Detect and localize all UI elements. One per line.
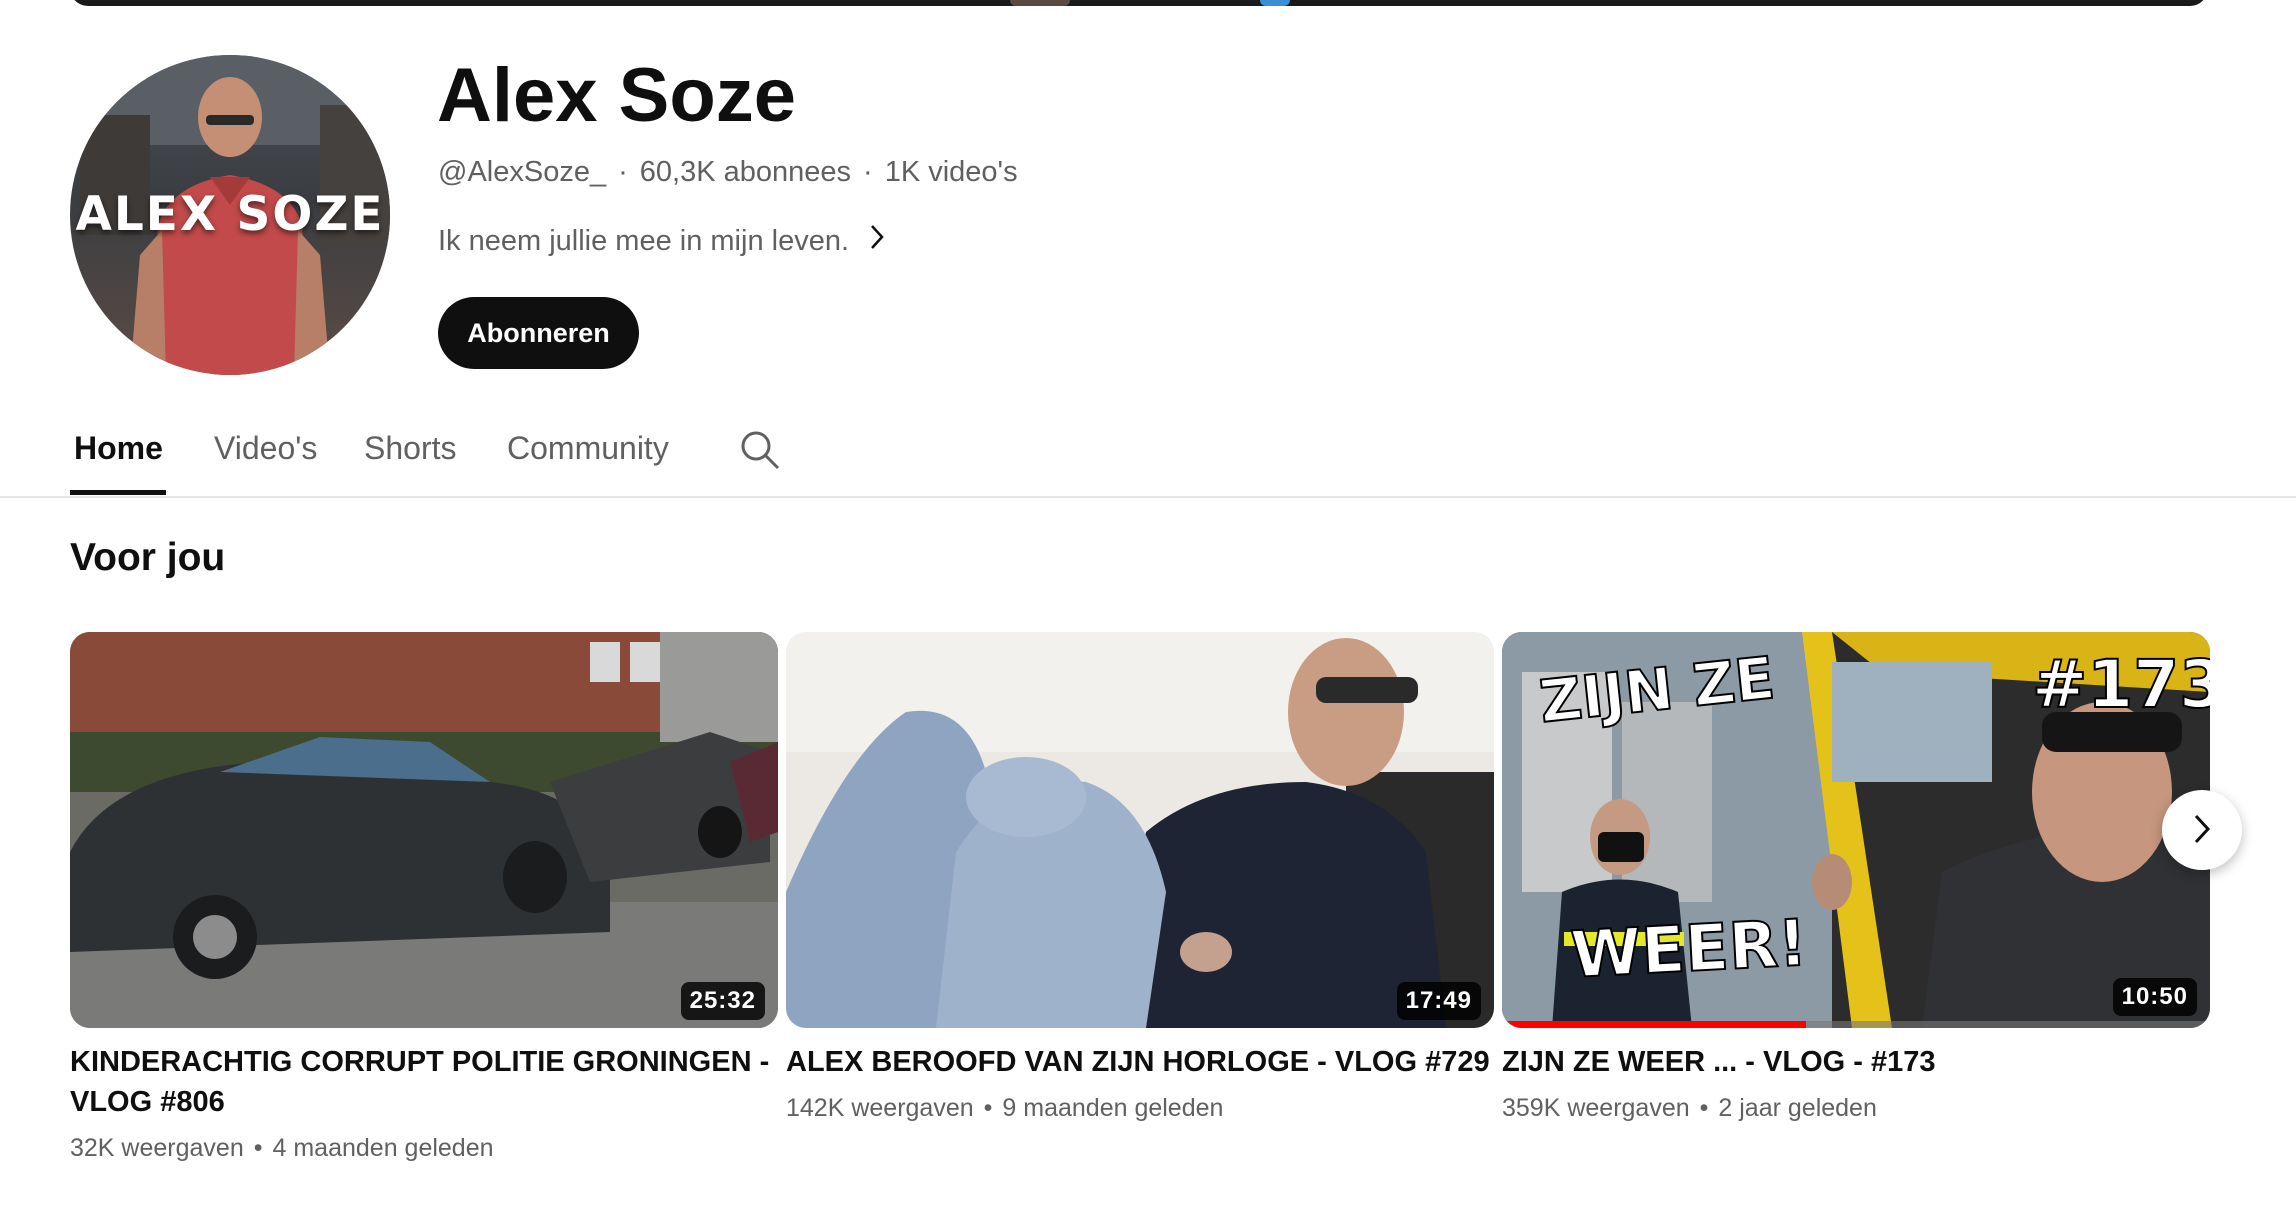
channel-handle: @AlexSoze_ bbox=[438, 156, 607, 188]
video-duration: 25:32 bbox=[680, 982, 765, 1020]
meta-separator: · bbox=[618, 156, 628, 188]
watch-progress-fill bbox=[1502, 1021, 1807, 1028]
carousel-next-icon bbox=[2190, 811, 2214, 850]
view-count: 359K weergaven bbox=[1502, 1094, 1690, 1122]
video-count: 1K video's bbox=[884, 156, 1018, 188]
watch-progress-bar bbox=[1502, 1021, 2210, 1028]
thumbnail-text-top-right: #173 bbox=[2032, 646, 2210, 723]
video-thumbnail[interactable]: ZIJN ZE WEER! #173 10:50 bbox=[1502, 632, 2210, 1028]
video-thumbnail[interactable]: 25:32 bbox=[70, 632, 778, 1028]
view-count: 32K weergaven bbox=[70, 1134, 244, 1162]
video-card[interactable]: 17:49 ALEX BEROOFD VAN ZIJN HORLOGE - VL… bbox=[786, 632, 1494, 1123]
tab-home[interactable]: Home bbox=[74, 430, 163, 467]
meta-dot: • bbox=[253, 1134, 263, 1162]
thumbnail-text-top-left: ZIJN ZE bbox=[1536, 644, 1777, 736]
search-icon[interactable] bbox=[738, 428, 782, 477]
channel-description-text: Ik neem jullie mee in mijn leven. bbox=[438, 224, 850, 257]
video-meta: 32K weergaven • 4 maanden geleden bbox=[70, 1134, 778, 1163]
video-card[interactable]: ZIJN ZE WEER! #173 10:50 ZIJN ZE WEER ..… bbox=[1502, 632, 2210, 1123]
section-title: Voor jou bbox=[70, 536, 226, 579]
video-meta: 142K weergaven • 9 maanden geleden bbox=[786, 1094, 1494, 1123]
subscribe-button[interactable]: Abonneren bbox=[438, 297, 639, 369]
meta-dot: • bbox=[983, 1094, 993, 1122]
tab-videos[interactable]: Video's bbox=[214, 430, 317, 467]
channel-banner bbox=[70, 0, 2208, 6]
channel-meta: @AlexSoze_ · 60,3K abonnees · 1K video's bbox=[438, 156, 1018, 189]
meta-separator: · bbox=[863, 156, 873, 188]
video-duration: 17:49 bbox=[1396, 982, 1481, 1020]
upload-age: 4 maanden geleden bbox=[272, 1134, 494, 1162]
upload-age: 2 jaar geleden bbox=[1718, 1094, 1877, 1122]
video-thumbnail[interactable]: 17:49 bbox=[786, 632, 1494, 1028]
chevron-right-icon bbox=[867, 222, 887, 260]
tab-shorts[interactable]: Shorts bbox=[364, 430, 456, 467]
channel-description[interactable]: Ik neem jullie mee in mijn leven. bbox=[438, 222, 887, 260]
video-title[interactable]: KINDERACHTIG CORRUPT POLITIE GRONINGEN -… bbox=[70, 1042, 778, 1122]
thumbnail-text-bottom: WEER! bbox=[1569, 907, 1809, 993]
active-tab-indicator bbox=[70, 490, 166, 495]
subscriber-count: 60,3K abonnees bbox=[639, 156, 852, 188]
meta-dot: • bbox=[1699, 1094, 1709, 1122]
video-card[interactable]: 25:32 KINDERACHTIG CORRUPT POLITIE GRONI… bbox=[70, 632, 778, 1163]
carousel-next-button[interactable] bbox=[2162, 790, 2242, 870]
view-count: 142K weergaven bbox=[786, 1094, 974, 1122]
upload-age: 9 maanden geleden bbox=[1002, 1094, 1224, 1122]
tab-community[interactable]: Community bbox=[507, 430, 669, 467]
video-meta: 359K weergaven • 2 jaar geleden bbox=[1502, 1094, 2210, 1123]
video-duration: 10:50 bbox=[2112, 978, 2197, 1016]
video-title[interactable]: ZIJN ZE WEER ... - VLOG - #173 bbox=[1502, 1042, 2210, 1082]
channel-name: Alex Soze bbox=[437, 53, 797, 138]
avatar-logo-text: ALEX SOZE bbox=[75, 187, 385, 242]
video-title[interactable]: ALEX BEROOFD VAN ZIJN HORLOGE - VLOG #72… bbox=[786, 1042, 1494, 1082]
channel-tabs: Home Video's Shorts Community bbox=[0, 400, 2296, 498]
channel-avatar[interactable]: ALEX SOZE bbox=[70, 55, 390, 375]
